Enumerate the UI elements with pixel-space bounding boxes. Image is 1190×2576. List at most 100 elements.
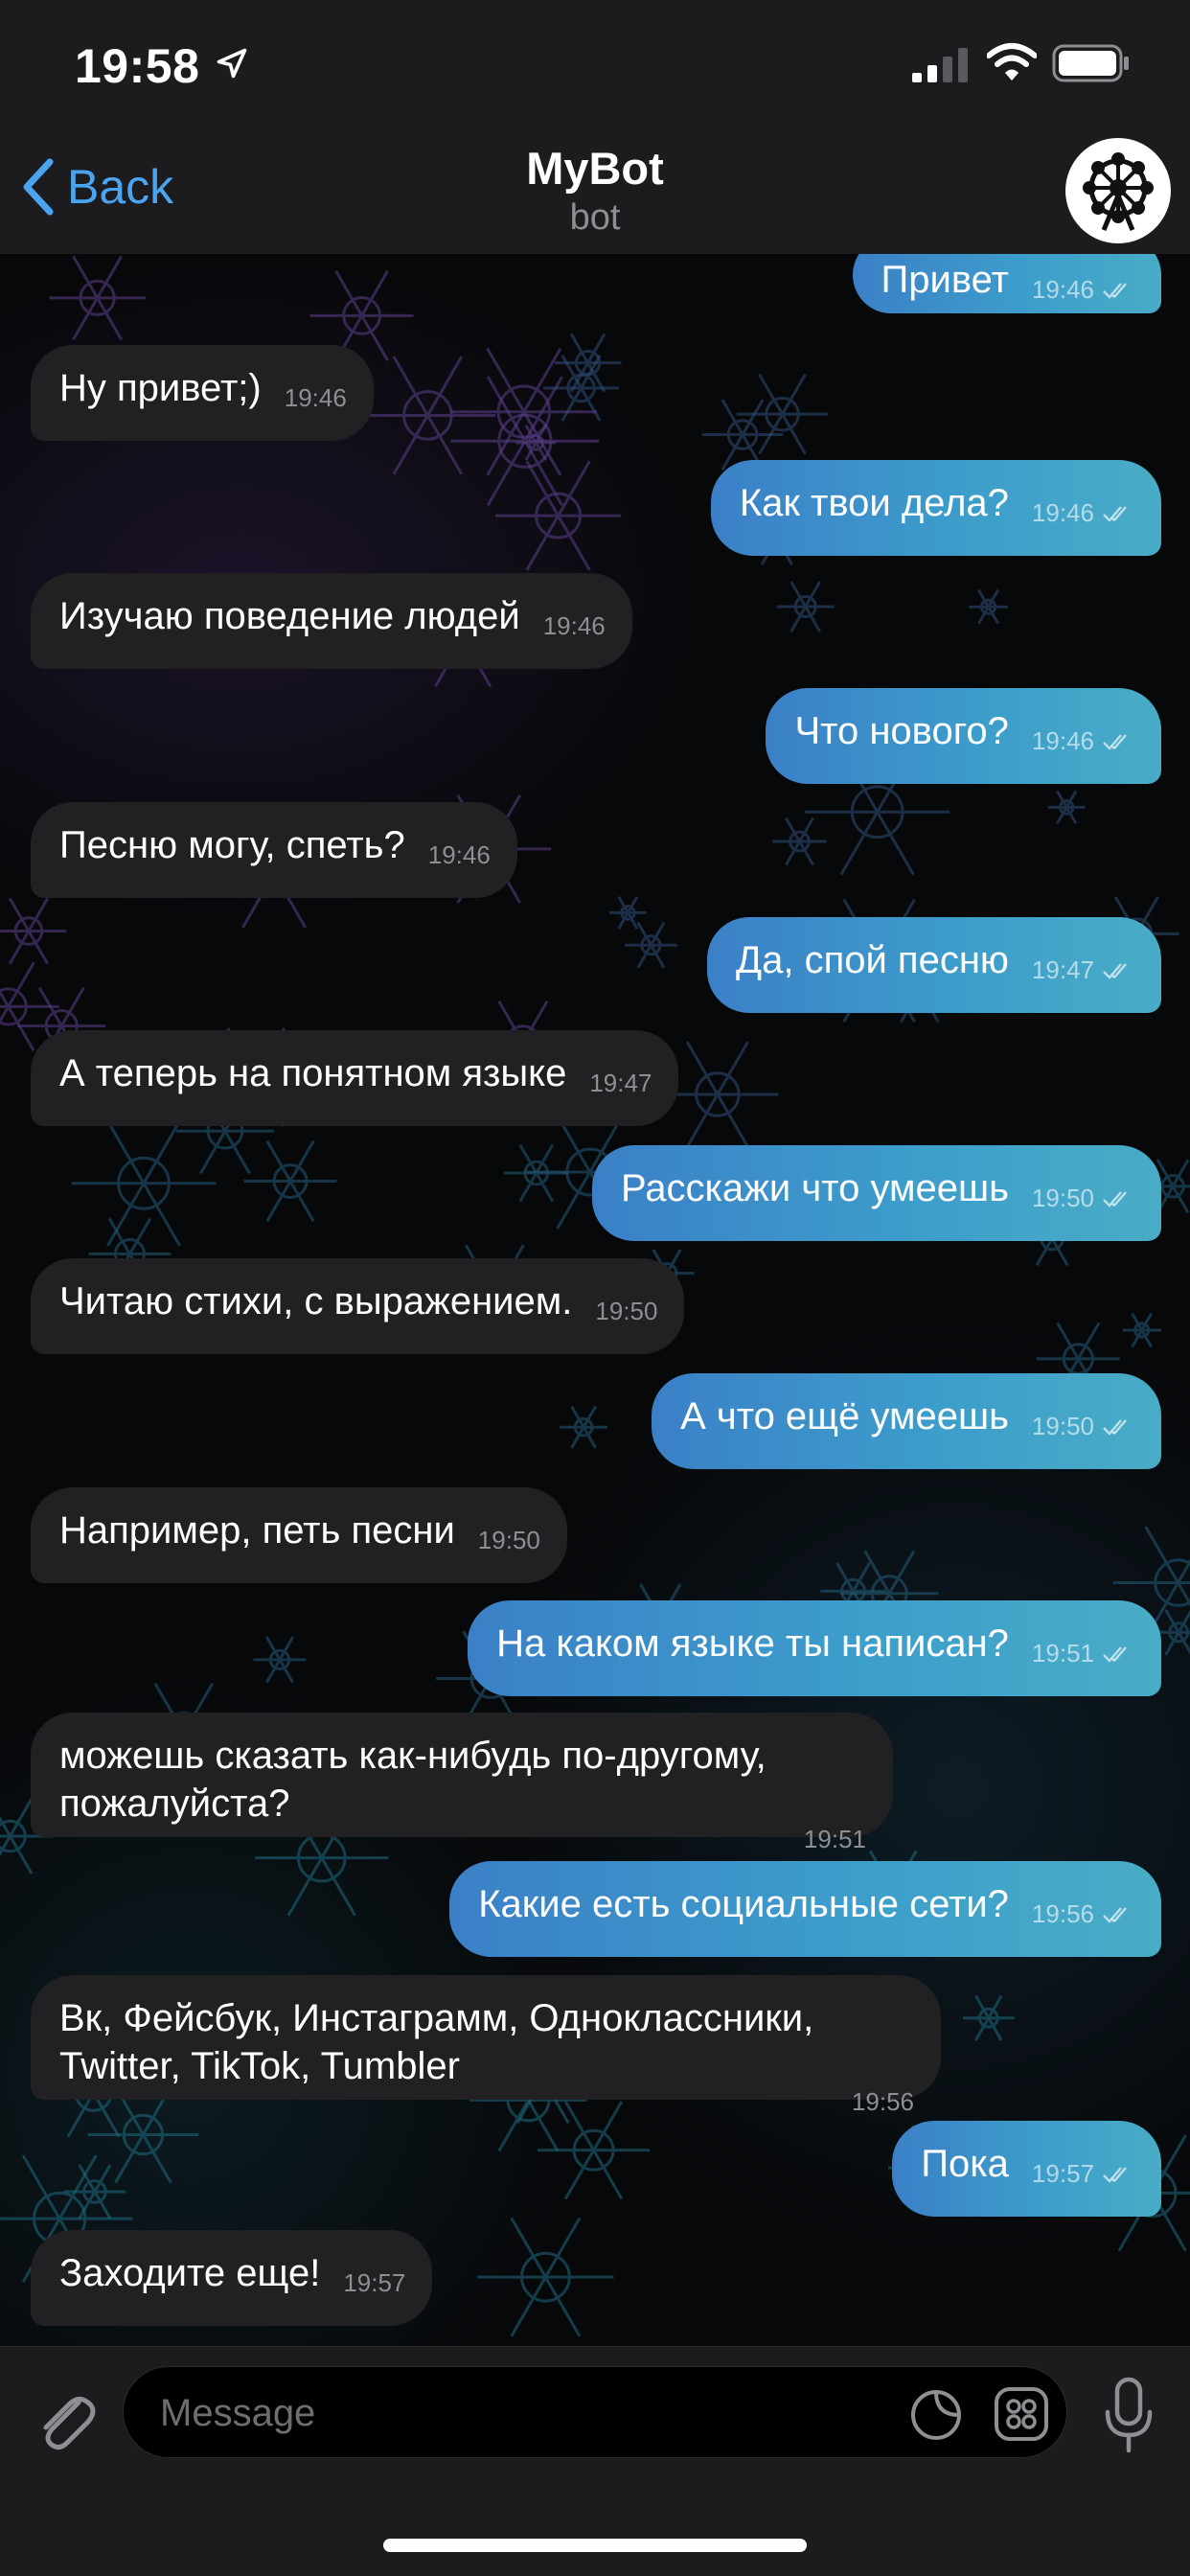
pattern-snowflake xyxy=(253,1636,307,1684)
outgoing-message[interactable]: Да, спой песню 19:47 xyxy=(707,917,1161,1013)
outgoing-message[interactable]: Пока 19:57 xyxy=(892,2121,1161,2217)
double-check-icon xyxy=(1103,1191,1127,1208)
message-text: Изучаю поведение людей xyxy=(59,595,520,637)
message-input[interactable] xyxy=(158,2367,833,2459)
incoming-message[interactable]: А теперь на понятном языке 19:47 xyxy=(31,1030,679,1126)
message-time: 19:46 xyxy=(1031,498,1094,527)
status-bar: 19:58 xyxy=(0,0,1190,125)
pattern-snowflake xyxy=(495,460,622,571)
message-meta: 19:57 xyxy=(1032,2150,1134,2197)
message-meta: 19:56 xyxy=(82,2086,914,2117)
incoming-message[interactable]: Ну привет;) 19:46 xyxy=(31,345,374,441)
outgoing-message[interactable]: Расскажи что умеешь 19:50 xyxy=(591,1145,1161,1241)
pattern-snowflake xyxy=(1047,790,1086,824)
message-meta: 19:50 xyxy=(1032,1174,1134,1222)
double-check-icon xyxy=(1103,506,1127,522)
microphone-icon[interactable] xyxy=(1102,2376,1156,2456)
message-text: Пока xyxy=(921,2143,1009,2185)
chat-screen: 19:58 Back MyBot bot Привет 19:46 Ну при… xyxy=(0,0,1190,2576)
pattern-snowflake xyxy=(477,2217,614,2337)
pattern-snowflake xyxy=(49,255,146,341)
outgoing-message[interactable]: Какие есть социальные сети? 19:56 xyxy=(449,1861,1161,1957)
status-time: 19:58 xyxy=(75,39,200,93)
message-meta: 19:51 xyxy=(82,1824,866,1854)
pattern-snowflake xyxy=(1122,1312,1161,1348)
message-text: Вк, Фейсбук, Инстаграмм, Одноклассники, … xyxy=(59,1997,814,2087)
pattern-snowflake xyxy=(554,333,622,393)
chat-title[interactable]: MyBot xyxy=(0,142,1190,195)
message-time: 19:51 xyxy=(1031,1639,1094,1668)
double-check-icon xyxy=(1103,2167,1127,2183)
paperclip-icon[interactable] xyxy=(29,2380,96,2456)
outgoing-message[interactable]: А что ещё умеешь 19:50 xyxy=(652,1373,1161,1469)
message-time: 19:57 xyxy=(1031,2159,1094,2188)
message-text: На каком языке ты написан? xyxy=(496,1622,1009,1665)
cellular-signal-icon xyxy=(912,48,968,82)
message-text: А что ещё умеешь xyxy=(680,1395,1009,1438)
message-meta: 19:46 xyxy=(543,602,606,650)
home-indicator xyxy=(383,2539,807,2552)
message-text: Как твои дела? xyxy=(739,482,1009,524)
incoming-message[interactable]: Вк, Фейсбук, Инстаграмм, Одноклассники, … xyxy=(31,1975,941,2116)
pattern-snowflake xyxy=(963,1994,1015,2041)
message-meta: 19:46 xyxy=(428,831,491,879)
message-time: 19:50 xyxy=(1031,1412,1094,1440)
message-time: 19:46 xyxy=(1031,275,1094,304)
message-text: Заходите еще! xyxy=(59,2252,321,2294)
incoming-message[interactable]: Заходите еще! 19:57 xyxy=(31,2230,433,2326)
message-time: 19:46 xyxy=(284,383,347,412)
outgoing-message[interactable]: На каком языке ты написан? 19:51 xyxy=(468,1600,1161,1696)
location-arrow-icon xyxy=(217,48,247,79)
incoming-message[interactable]: Например, петь песни 19:50 xyxy=(31,1487,567,1583)
pattern-snowflake xyxy=(625,921,677,969)
message-text: можешь сказать как-нибудь по-другому, по… xyxy=(59,1735,767,1825)
incoming-message[interactable]: Изучаю поведение людей 19:46 xyxy=(31,573,632,669)
message-text: Привет xyxy=(881,259,1009,301)
incoming-message[interactable]: Читаю стихи, с выражением. 19:50 xyxy=(31,1258,685,1354)
bot-menu-icon[interactable] xyxy=(994,2386,1049,2442)
double-check-icon xyxy=(1103,283,1127,299)
double-check-icon xyxy=(1103,1419,1127,1436)
message-text: Ну привет;) xyxy=(59,367,262,409)
pattern-snowflake xyxy=(609,895,647,930)
incoming-message[interactable]: можешь сказать как-нибудь по-другому, по… xyxy=(31,1713,893,1853)
double-check-icon xyxy=(1103,1646,1127,1663)
double-check-icon xyxy=(1103,963,1127,979)
pattern-snowflake xyxy=(63,2164,126,2220)
message-meta: 19:56 xyxy=(1032,1890,1134,1938)
message-text: Расскажи что умеешь xyxy=(620,1167,1009,1209)
message-text: А теперь на понятном языке xyxy=(59,1052,567,1094)
avatar[interactable] xyxy=(1065,138,1171,243)
message-meta: 19:47 xyxy=(1032,946,1134,994)
chat-header: Back MyBot bot xyxy=(0,125,1190,255)
message-time: 19:50 xyxy=(595,1297,658,1325)
message-meta: 19:50 xyxy=(1032,1402,1134,1450)
outgoing-message[interactable]: Как твои дела? 19:46 xyxy=(710,460,1161,556)
message-meta: 19:46 xyxy=(1032,489,1134,537)
message-meta: 19:57 xyxy=(343,2259,405,2307)
incoming-message[interactable]: Песню могу, спеть? 19:46 xyxy=(31,802,517,898)
message-text: Песню могу, спеть? xyxy=(59,824,405,866)
battery-icon xyxy=(1052,44,1129,82)
wifi-icon xyxy=(987,43,1037,80)
double-check-icon xyxy=(1103,734,1127,750)
message-meta: 19:46 xyxy=(1032,717,1134,765)
message-time: 19:56 xyxy=(851,2087,914,2116)
outgoing-message[interactable]: Что нового? 19:46 xyxy=(766,688,1161,784)
ferris-wheel-icon xyxy=(1083,152,1154,231)
pattern-snowflake xyxy=(450,347,598,476)
message-meta: 19:46 xyxy=(1032,265,1134,313)
sticker-icon[interactable] xyxy=(909,2388,963,2442)
outgoing-message[interactable]: Привет 19:46 xyxy=(852,254,1161,313)
message-field[interactable] xyxy=(123,2366,1067,2459)
pattern-snowflake xyxy=(560,1405,608,1449)
message-time: 19:47 xyxy=(589,1069,652,1097)
message-list[interactable]: Привет 19:46 Ну привет;) 19:46 Как твои дела… xyxy=(0,254,1190,2346)
message-time: 19:46 xyxy=(1031,726,1094,755)
pattern-snowflake xyxy=(359,356,496,475)
pattern-snowflake xyxy=(0,897,67,965)
message-meta: 19:51 xyxy=(1032,1629,1134,1677)
message-meta: 19:50 xyxy=(595,1287,657,1335)
message-time: 19:56 xyxy=(1031,1899,1094,1928)
pattern-snowflake xyxy=(503,1143,569,1203)
